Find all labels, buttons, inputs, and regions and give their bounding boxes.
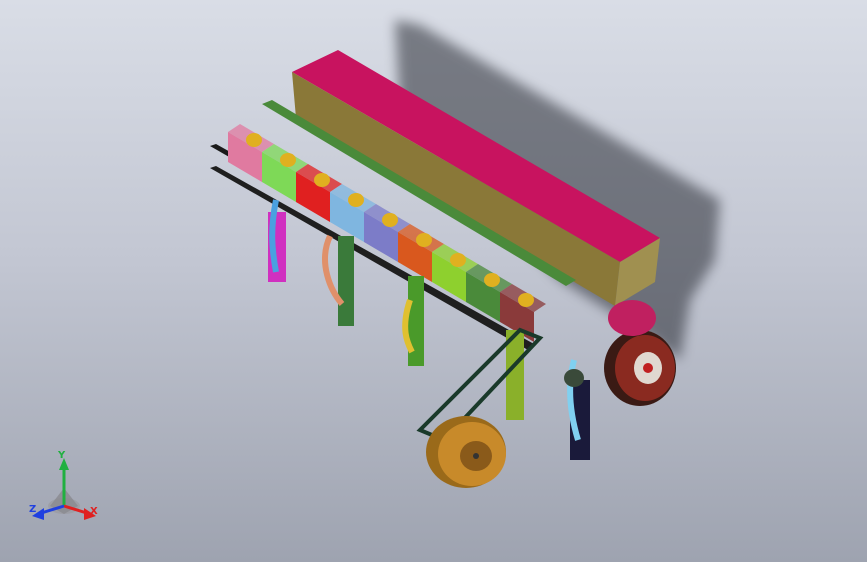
planter-model[interactable] (0, 0, 867, 562)
triad-y-label: Y (58, 450, 66, 461)
drive-wheel[interactable] (604, 330, 676, 406)
sprocket[interactable] (608, 300, 656, 336)
3d-viewport[interactable]: Y X Z (0, 0, 867, 562)
opener-leg[interactable] (338, 236, 354, 326)
sprocket-small[interactable] (564, 369, 584, 387)
ground-wheel[interactable] (426, 416, 506, 488)
triad-z-label: Z (29, 504, 37, 515)
triad-x-label: X (90, 506, 98, 517)
